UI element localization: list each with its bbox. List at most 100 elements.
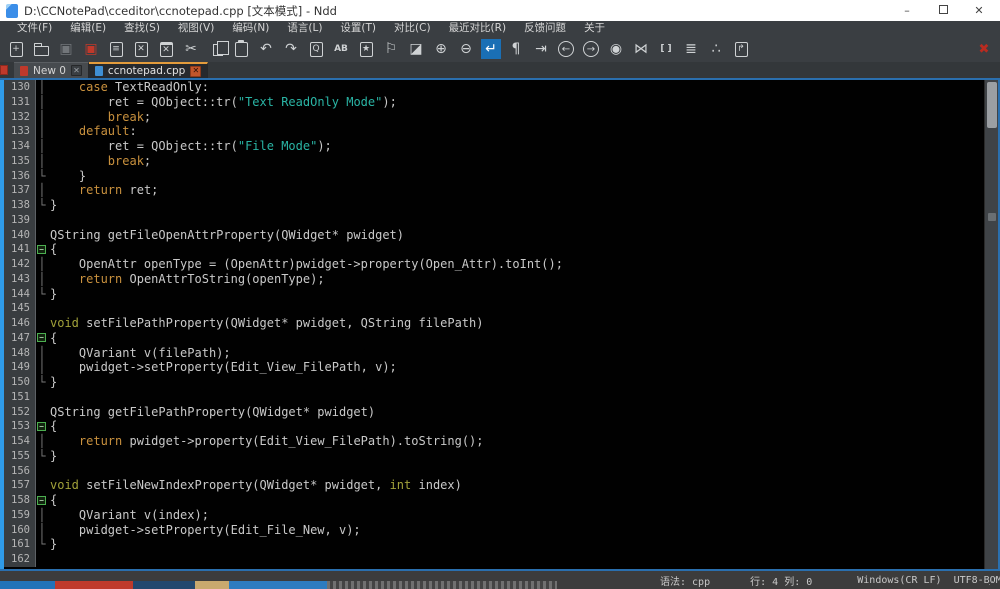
- menu-item-5[interactable]: 编码(N): [223, 21, 278, 36]
- menu-item-3[interactable]: 查找(S): [115, 21, 169, 36]
- menu-item-9[interactable]: 最近对比(R): [440, 21, 516, 36]
- fold-margin: └: [36, 449, 48, 464]
- line-number: 158: [4, 493, 36, 508]
- undo-icon[interactable]: ↶: [256, 39, 276, 59]
- status-eol-format: Windows(CR LF): [857, 575, 941, 586]
- code-line-159: 159│ QVariant v(index);: [4, 508, 984, 523]
- fold-collapse-icon[interactable]: −: [36, 242, 48, 257]
- save-as-icon[interactable]: ≡: [106, 39, 126, 59]
- pin-icon[interactable]: ⚐: [381, 39, 401, 59]
- menu-item-11[interactable]: 关于: [575, 21, 614, 36]
- fold-margin: │: [36, 139, 48, 154]
- nav-back-icon[interactable]: ←: [556, 39, 576, 59]
- code-text: }: [50, 287, 57, 302]
- code-line-135: 135│ break;: [4, 154, 984, 169]
- code-text: return ret;: [50, 183, 158, 198]
- zoom-in-icon[interactable]: ⊕: [431, 39, 451, 59]
- fold-margin: │: [36, 508, 48, 523]
- line-number: 136: [4, 169, 36, 184]
- window-title: D:\CCNotePad\cceditor\ccnotepad.cpp [文本模…: [24, 3, 337, 19]
- paragraph-mark-icon[interactable]: ¶: [506, 39, 526, 59]
- line-number: 134: [4, 139, 36, 154]
- fold-margin: [36, 316, 48, 331]
- tab-new-0[interactable]: New 0✕: [14, 62, 89, 78]
- code-text: case TextReadOnly:: [50, 80, 209, 95]
- line-number: 135: [4, 154, 36, 169]
- word-wrap-icon[interactable]: ↵: [481, 39, 501, 59]
- code-text: {: [50, 242, 57, 257]
- tab-close-icon[interactable]: ✕: [71, 65, 82, 76]
- close-button[interactable]: ✕: [972, 2, 986, 20]
- code-text: void setFileNewIndexProperty(QWidget* pw…: [50, 478, 462, 493]
- menu-item-6[interactable]: 语言(L): [278, 21, 331, 36]
- taskbar-block-1: [0, 581, 55, 589]
- tree-icon[interactable]: ∴: [706, 39, 726, 59]
- app-window: D:\CCNotePad\cceditor\ccnotepad.cpp [文本模…: [0, 0, 1000, 589]
- menu-item-4[interactable]: 视图(V): [169, 21, 223, 36]
- maximize-button[interactable]: [936, 2, 950, 20]
- tab-list-red-icon[interactable]: [0, 65, 8, 75]
- line-number: 146: [4, 316, 36, 331]
- copy-icon[interactable]: [206, 39, 226, 59]
- menu-item-1[interactable]: 文件(F): [8, 21, 61, 36]
- tab-ccnotepad-cpp[interactable]: ccnotepad.cpp✕: [89, 62, 208, 78]
- code-text: pwidget->setProperty(Edit_File_New, v);: [50, 523, 361, 538]
- paste-icon[interactable]: [231, 39, 251, 59]
- line-number: 155: [4, 449, 36, 464]
- minimize-button[interactable]: –: [900, 2, 914, 20]
- toolbar-close-icon[interactable]: ✖: [974, 39, 994, 59]
- code-line-157: 157void setFileNewIndexProperty(QWidget*…: [4, 478, 984, 493]
- line-number: 137: [4, 183, 36, 198]
- menu-item-7[interactable]: 设置(T): [331, 21, 385, 36]
- nav-forward-icon[interactable]: →: [581, 39, 601, 59]
- line-number: 151: [4, 390, 36, 405]
- fold-collapse-icon[interactable]: −: [36, 419, 48, 434]
- export-icon[interactable]: ↱: [731, 39, 751, 59]
- close-all-documents-icon[interactable]: ✕: [156, 39, 176, 59]
- code-line-150: 150└}: [4, 375, 984, 390]
- code-line-144: 144└}: [4, 287, 984, 302]
- code-editor[interactable]: 130│ case TextReadOnly:131│ ret = QObjec…: [0, 80, 1000, 569]
- line-number: 162: [4, 552, 36, 567]
- fold-margin: └: [36, 169, 48, 184]
- line-number: 132: [4, 110, 36, 125]
- save-icon[interactable]: ▣: [56, 39, 76, 59]
- open-folder-icon[interactable]: [31, 39, 51, 59]
- code-line-160: 160│ pwidget->setProperty(Edit_File_New,…: [4, 523, 984, 538]
- find-icon[interactable]: Q: [306, 39, 326, 59]
- fold-collapse-icon[interactable]: −: [36, 493, 48, 508]
- menu-item-10[interactable]: 反馈问题: [515, 21, 575, 36]
- bookmark-icon[interactable]: ★: [356, 39, 376, 59]
- code-text: QVariant v(index);: [50, 508, 209, 523]
- fold-margin: [36, 552, 48, 567]
- scrollbar-thumb[interactable]: [987, 82, 997, 128]
- close-document-icon[interactable]: ✕: [131, 39, 151, 59]
- compare-icon[interactable]: ⋈: [631, 39, 651, 59]
- tab-close-icon[interactable]: ✕: [190, 66, 201, 77]
- indent-guide-icon[interactable]: ⇥: [531, 39, 551, 59]
- line-number: 140: [4, 228, 36, 243]
- eraser-icon[interactable]: ◪: [406, 39, 426, 59]
- code-line-131: 131│ ret = QObject::tr("Text ReadOnly Mo…: [4, 95, 984, 110]
- title-bar: D:\CCNotePad\cceditor\ccnotepad.cpp [文本模…: [0, 0, 1000, 21]
- fold-collapse-icon[interactable]: −: [36, 331, 48, 346]
- new-file-icon[interactable]: +: [6, 39, 26, 59]
- code-line-130: 130│ case TextReadOnly:: [4, 80, 984, 95]
- code-line-133: 133│ default:: [4, 124, 984, 139]
- zoom-out-icon[interactable]: ⊖: [456, 39, 476, 59]
- brackets-icon[interactable]: [ ]: [656, 39, 676, 59]
- menu-item-2[interactable]: 编辑(E): [61, 21, 115, 36]
- line-number: 143: [4, 272, 36, 287]
- editor-surface[interactable]: 130│ case TextReadOnly:131│ ret = QObjec…: [4, 80, 984, 569]
- menu-item-8[interactable]: 对比(C): [385, 21, 440, 36]
- code-line-140: 140QString getFileOpenAttrProperty(QWidg…: [4, 228, 984, 243]
- save-all-icon[interactable]: ▣: [81, 39, 101, 59]
- replace-icon[interactable]: AB: [331, 39, 351, 59]
- vertical-scrollbar[interactable]: [984, 80, 998, 569]
- fold-margin: │: [36, 523, 48, 538]
- resize-grip[interactable]: ⋰: [988, 577, 997, 587]
- cut-icon[interactable]: ✂: [181, 39, 201, 59]
- filter-icon[interactable]: ≣: [681, 39, 701, 59]
- redo-icon[interactable]: ↷: [281, 39, 301, 59]
- locate-icon[interactable]: ◉: [606, 39, 626, 59]
